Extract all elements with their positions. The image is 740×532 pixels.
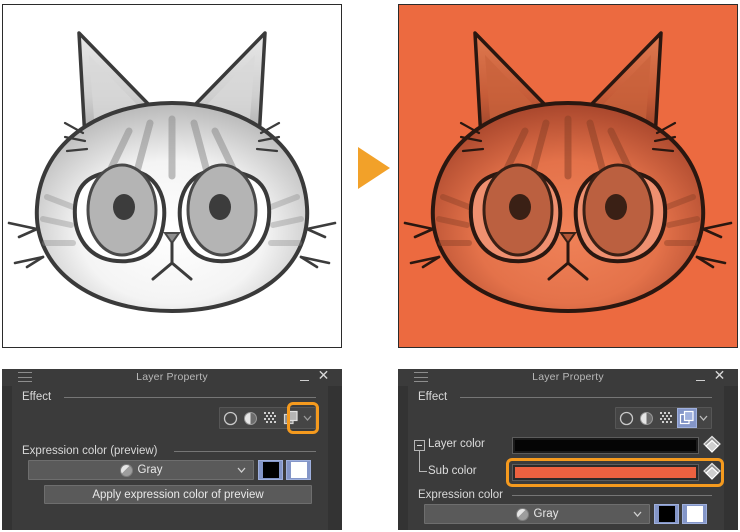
panel-title: Layer Property — [136, 371, 208, 383]
effect-icon-strip — [615, 407, 712, 429]
layer-property-panel-after: Layer Property ✕ Effect Layer color Sub … — [398, 369, 738, 530]
layer-color-swatch[interactable] — [515, 440, 696, 451]
sub-color-swatch[interactable] — [515, 467, 696, 478]
group-line — [512, 495, 712, 496]
panel-body: Effect — [12, 386, 328, 530]
orange-recolored-cat-sketch — [399, 5, 737, 347]
tree-line-horizontal — [419, 471, 427, 472]
tree-collapse-icon[interactable] — [414, 440, 425, 451]
tree-line-vertical — [419, 451, 420, 471]
effect-group-label: Effect — [16, 391, 55, 403]
effect-group-label: Effect — [412, 391, 451, 403]
border-effect-icon[interactable] — [220, 408, 240, 428]
panel-titlebar: Layer Property ✕ — [2, 369, 342, 386]
triangle-right-icon — [358, 147, 390, 189]
layer-color-picker-diamond-icon[interactable] — [702, 435, 722, 459]
effect-group: Effect — [16, 391, 319, 434]
cat-illustration-orange — [403, 31, 733, 314]
main-color-swatch[interactable] — [654, 504, 679, 524]
layer-color-field[interactable] — [512, 437, 699, 454]
effect-icon-strip — [219, 407, 316, 429]
cat-illustration-gray — [7, 31, 337, 314]
close-icon[interactable]: ✕ — [317, 369, 330, 384]
panel-title: Layer Property — [532, 371, 604, 383]
panel-right-edge — [328, 369, 342, 530]
group-line — [64, 397, 316, 398]
expression-color-group: Expression color Gray — [412, 489, 712, 532]
sub-color-field[interactable] — [512, 464, 699, 481]
expression-color-value: Gray — [137, 464, 163, 476]
layer-property-panel-before: Layer Property ✕ Effect Expression color… — [2, 369, 342, 530]
chevron-down-icon[interactable] — [301, 408, 315, 428]
border-effect-icon[interactable] — [616, 408, 636, 428]
sub-color-label: Sub color — [428, 465, 477, 477]
main-color-swatch[interactable] — [258, 460, 283, 480]
expression-color-value: Gray — [533, 508, 559, 520]
group-line — [460, 397, 712, 398]
layer-color-effect-icon[interactable] — [281, 408, 301, 428]
tone-effect-icon[interactable] — [636, 408, 656, 428]
panel-titlebar: Layer Property ✕ — [398, 369, 738, 386]
sub-color-picker-diamond-icon[interactable] — [702, 462, 722, 486]
apply-expression-color-button[interactable]: Apply expression color of preview — [44, 485, 312, 504]
expression-color-group: Expression color (preview) Gray Apply ex… — [16, 445, 316, 510]
halftone-effect-icon[interactable] — [656, 408, 676, 428]
panel-body: Effect — [408, 386, 724, 530]
tone-effect-icon[interactable] — [240, 408, 260, 428]
halftone-effect-icon[interactable] — [260, 408, 280, 428]
sub-color-swatch[interactable] — [286, 460, 311, 480]
after-image-pane — [398, 4, 738, 348]
layer-color-effect-icon[interactable] — [676, 408, 697, 428]
group-line — [174, 451, 316, 452]
sub-color-swatch[interactable] — [682, 504, 707, 524]
grayscale-cat-sketch — [3, 5, 341, 347]
panel-left-edge — [398, 369, 408, 530]
gray-sphere-icon — [515, 507, 529, 521]
close-icon[interactable]: ✕ — [713, 369, 726, 384]
expression-color-group-label: Expression color (preview) — [16, 445, 161, 457]
before-image-pane — [2, 4, 342, 348]
expression-color-dropdown[interactable]: Gray — [28, 460, 254, 480]
panel-left-edge — [2, 369, 12, 530]
expression-color-dropdown[interactable]: Gray — [424, 504, 650, 524]
chevron-down-icon[interactable] — [697, 408, 711, 428]
chevron-down-icon[interactable] — [237, 464, 246, 476]
panel-right-edge — [724, 369, 738, 530]
minimize-icon[interactable] — [299, 371, 310, 383]
layer-color-label: Layer color — [428, 438, 485, 450]
chevron-down-icon[interactable] — [633, 508, 642, 520]
effect-group: Effect — [412, 391, 712, 432]
gray-sphere-icon — [119, 463, 133, 477]
minimize-icon[interactable] — [695, 371, 706, 383]
expression-color-group-label: Expression color — [412, 489, 507, 501]
